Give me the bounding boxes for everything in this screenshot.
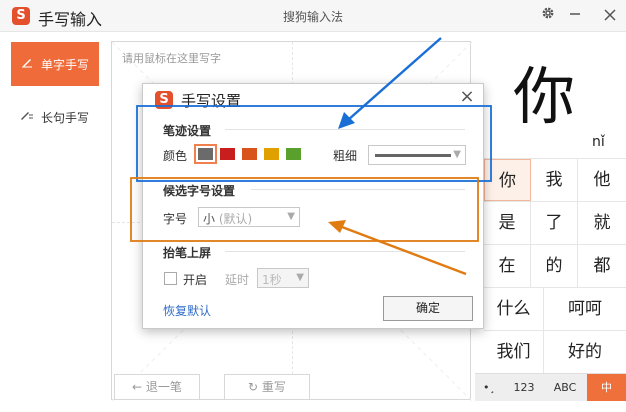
- annotation-overlay: [130, 37, 492, 276]
- blue-arrow: [347, 37, 442, 121]
- orange-arrow: [341, 225, 467, 276]
- blue-highlight-box: [136, 105, 492, 182]
- orange-highlight-box: [130, 177, 479, 242]
